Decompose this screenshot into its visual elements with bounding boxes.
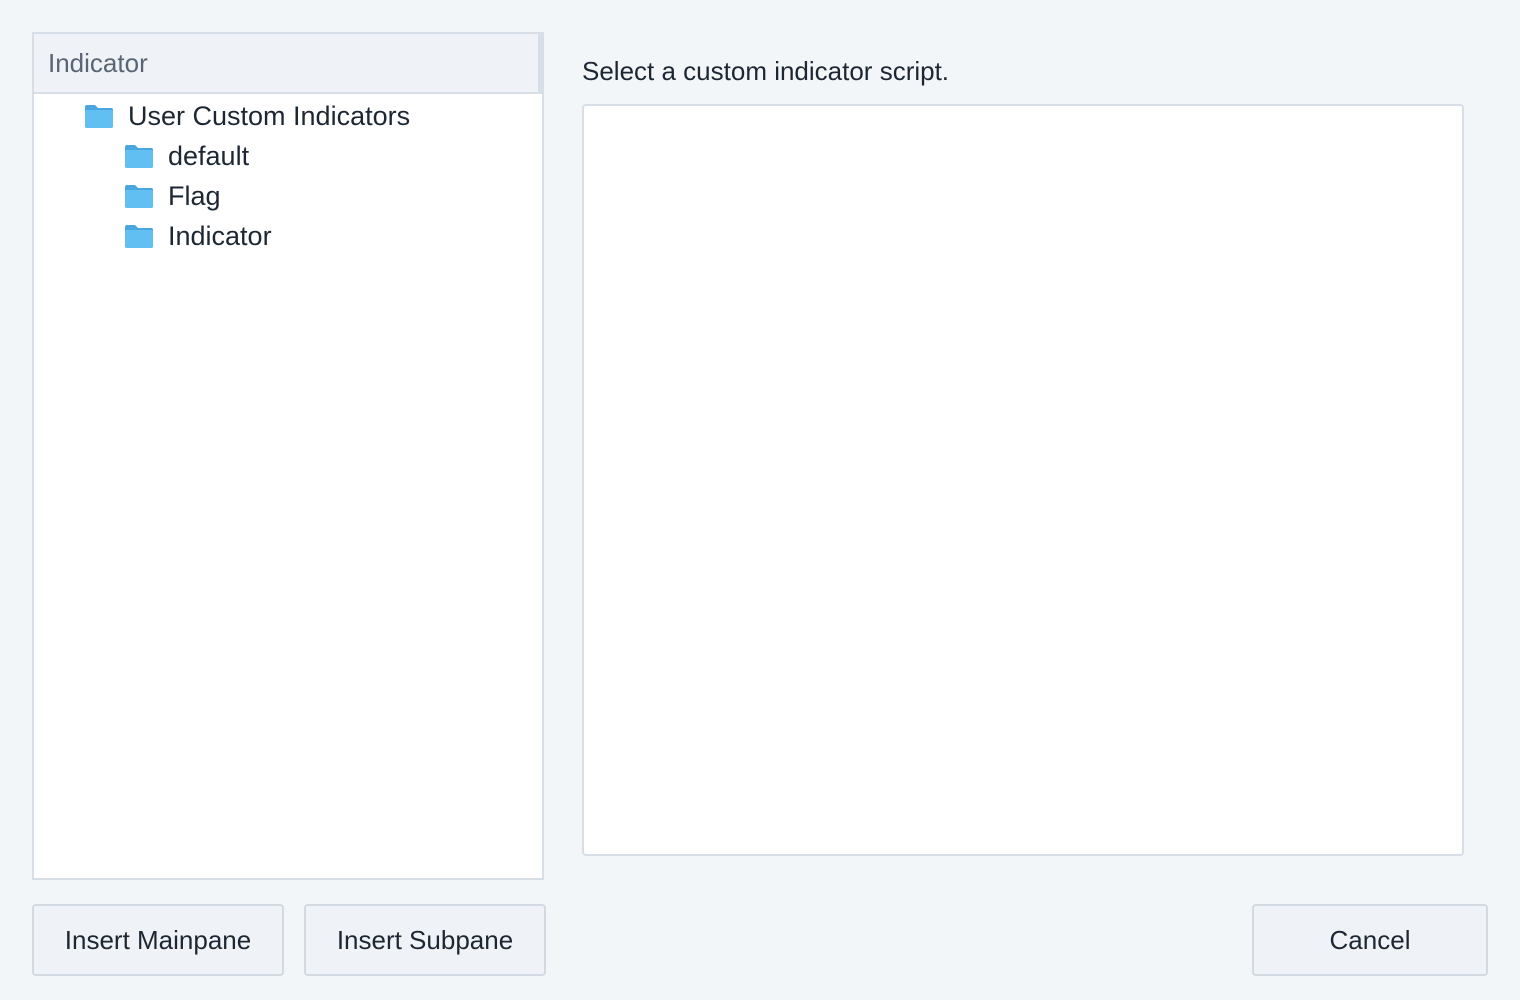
folder-icon xyxy=(124,223,154,249)
indicator-tree-panel: Indicator User Custom Indicators default… xyxy=(32,32,544,880)
tree-item-label: default xyxy=(168,140,250,171)
folder-icon xyxy=(84,103,114,129)
tree-column-header[interactable]: Indicator xyxy=(34,34,542,94)
folder-icon xyxy=(124,143,154,169)
tree-item-label: Indicator xyxy=(168,220,272,251)
tree-item-flag[interactable]: Flag xyxy=(34,176,542,216)
folder-icon xyxy=(124,183,154,209)
tree-item-default[interactable]: default xyxy=(34,136,542,176)
insert-mainpane-button[interactable]: Insert Mainpane xyxy=(32,904,284,976)
script-detail-box[interactable] xyxy=(582,104,1464,856)
tree-item-indicator[interactable]: Indicator xyxy=(34,216,542,256)
cancel-button[interactable]: Cancel xyxy=(1252,904,1488,976)
tree-body: User Custom Indicators default Flag Indi… xyxy=(34,94,542,256)
tree-item-label: Flag xyxy=(168,180,221,211)
tree-item-user-custom-indicators[interactable]: User Custom Indicators xyxy=(34,96,542,136)
tree-item-label: User Custom Indicators xyxy=(128,100,411,131)
instruction-text: Select a custom indicator script. xyxy=(582,56,950,86)
insert-subpane-button[interactable]: Insert Subpane xyxy=(304,904,546,976)
